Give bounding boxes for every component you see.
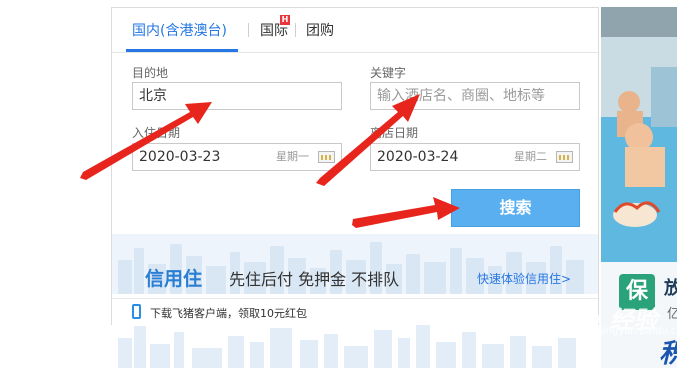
credit-stay-link[interactable]: 快速体验信用住> [477, 270, 571, 287]
search-button[interactable]: 搜索 [451, 189, 580, 227]
checkout-date-value: 2020-03-24 [377, 149, 459, 165]
checkin-weekday: 星期一 [276, 150, 309, 163]
checkout-weekday: 星期二 [514, 150, 547, 163]
checkin-label: 入住日期 [132, 126, 181, 140]
destination-input[interactable]: 北京 [132, 82, 342, 110]
destination-value: 北京 [139, 88, 167, 104]
checkout-label: 离店日期 [370, 126, 419, 140]
hotel-search-panel: 国内(含港澳台) 国际 H 团购 目的地 北京 关键字 输入酒店名、商圈、地标等… [111, 7, 599, 325]
baidu-watermark-url: jingyan.baidu.com [600, 326, 677, 337]
checkin-date-value: 2020-03-23 [139, 149, 221, 165]
calendar-icon[interactable] [556, 151, 573, 163]
keyword-placeholder: 输入酒店名、商圈、地标等 [377, 88, 545, 104]
tab-divider [295, 23, 296, 37]
tab-group-buy[interactable]: 团购 [306, 20, 334, 40]
ad-tagline: 积 [659, 333, 677, 368]
search-tabs: 国内(含港澳台) 国际 H 团购 [112, 8, 598, 53]
tab-divider [248, 23, 249, 37]
ad-photo [601, 7, 677, 262]
destination-label: 目的地 [132, 66, 169, 80]
credit-stay-title: 信用住 [145, 268, 203, 290]
checkout-date-input[interactable]: 2020-03-24 星期二 [370, 143, 580, 171]
mobile-phone-icon [132, 304, 141, 319]
hotel-badge: H [280, 15, 290, 25]
promo-text: 下载飞猪客户端，领取10元红包 [150, 307, 307, 320]
active-tab-indicator [126, 49, 238, 52]
keyword-label: 关键字 [370, 66, 407, 80]
credit-stay-slogan: 先住后付 免押金 不排队 [229, 270, 400, 289]
keyword-input[interactable]: 输入酒店名、商圈、地标等 [370, 82, 580, 110]
ad-subheadline: 亿 [667, 307, 677, 322]
calendar-icon[interactable] [318, 151, 335, 163]
tab-domestic[interactable]: 国内(含港澳台) [132, 20, 227, 40]
ad-headline: 放 [664, 278, 677, 299]
checkin-date-input[interactable]: 2020-03-23 星期一 [132, 143, 342, 171]
